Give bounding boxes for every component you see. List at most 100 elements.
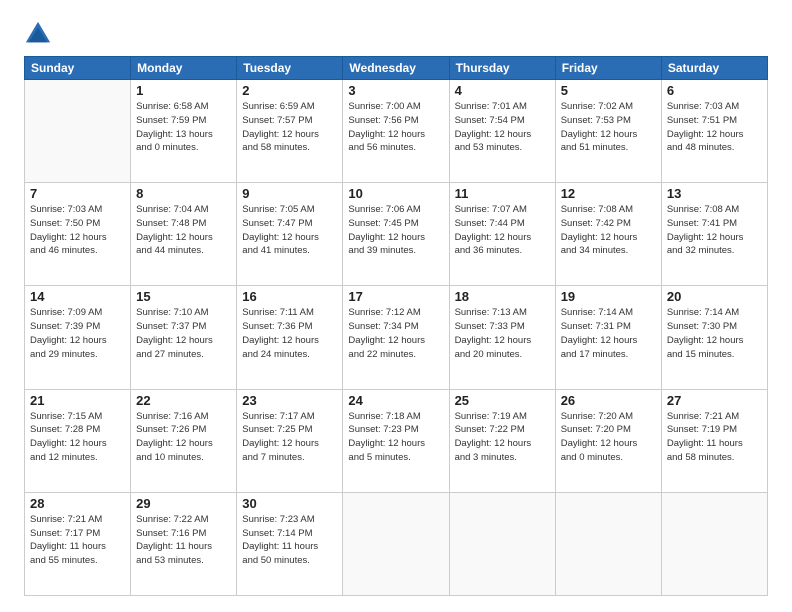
day-number: 4 [455,83,550,98]
day-number: 1 [136,83,231,98]
day-info: Sunrise: 7:04 AM Sunset: 7:48 PM Dayligh… [136,203,231,258]
col-tuesday: Tuesday [237,57,343,80]
day-number: 19 [561,289,656,304]
day-info: Sunrise: 7:17 AM Sunset: 7:25 PM Dayligh… [242,410,337,465]
day-info: Sunrise: 7:19 AM Sunset: 7:22 PM Dayligh… [455,410,550,465]
calendar-cell [661,492,767,595]
day-info: Sunrise: 7:21 AM Sunset: 7:17 PM Dayligh… [30,513,125,568]
day-info: Sunrise: 7:05 AM Sunset: 7:47 PM Dayligh… [242,203,337,258]
calendar-cell: 13 Sunrise: 7:08 AM Sunset: 7:41 PM Dayli… [661,183,767,286]
day-number: 22 [136,393,231,408]
day-number: 9 [242,186,337,201]
calendar-cell: 30 Sunrise: 7:23 AM Sunset: 7:14 PM Dayli… [237,492,343,595]
calendar-cell: 11 Sunrise: 7:07 AM Sunset: 7:44 PM Dayli… [449,183,555,286]
day-number: 29 [136,496,231,511]
day-info: Sunrise: 7:11 AM Sunset: 7:36 PM Dayligh… [242,306,337,361]
day-info: Sunrise: 7:14 AM Sunset: 7:30 PM Dayligh… [667,306,762,361]
calendar-cell [555,492,661,595]
day-number: 23 [242,393,337,408]
calendar-table: Sunday Monday Tuesday Wednesday Thursday… [24,56,768,596]
day-number: 30 [242,496,337,511]
day-info: Sunrise: 7:14 AM Sunset: 7:31 PM Dayligh… [561,306,656,361]
calendar-cell: 15 Sunrise: 7:10 AM Sunset: 7:37 PM Dayli… [131,286,237,389]
day-number: 26 [561,393,656,408]
day-number: 25 [455,393,550,408]
calendar-cell: 4 Sunrise: 7:01 AM Sunset: 7:54 PM Daylig… [449,80,555,183]
day-info: Sunrise: 7:01 AM Sunset: 7:54 PM Dayligh… [455,100,550,155]
calendar-cell: 6Sunrise: 7:03 AM Sunset: 7:51 PM Daylig… [661,80,767,183]
week-row-3: 21Sunrise: 7:15 AM Sunset: 7:28 PM Dayli… [25,389,768,492]
day-number: 11 [455,186,550,201]
calendar-cell: 1Sunrise: 6:58 AM Sunset: 7:59 PM Daylig… [131,80,237,183]
calendar-cell: 19 Sunrise: 7:14 AM Sunset: 7:31 PM Dayli… [555,286,661,389]
day-info: Sunrise: 7:23 AM Sunset: 7:14 PM Dayligh… [242,513,337,568]
day-info: Sunrise: 7:00 AM Sunset: 7:56 PM Dayligh… [348,100,443,155]
calendar-cell: 24 Sunrise: 7:18 AM Sunset: 7:23 PM Dayli… [343,389,449,492]
day-number: 14 [30,289,125,304]
day-number: 28 [30,496,125,511]
calendar-cell: 10 Sunrise: 7:06 AM Sunset: 7:45 PM Dayli… [343,183,449,286]
day-number: 12 [561,186,656,201]
logo-icon [24,20,52,48]
day-info: Sunrise: 7:16 AM Sunset: 7:26 PM Dayligh… [136,410,231,465]
header-row: Sunday Monday Tuesday Wednesday Thursday… [25,57,768,80]
day-info: Sunrise: 7:07 AM Sunset: 7:44 PM Dayligh… [455,203,550,258]
day-info: Sunrise: 7:20 AM Sunset: 7:20 PM Dayligh… [561,410,656,465]
day-info: Sunrise: 7:21 AM Sunset: 7:19 PM Dayligh… [667,410,762,465]
calendar-cell: 21Sunrise: 7:15 AM Sunset: 7:28 PM Dayli… [25,389,131,492]
calendar-cell: 26 Sunrise: 7:20 AM Sunset: 7:20 PM Dayli… [555,389,661,492]
week-row-1: 7Sunrise: 7:03 AM Sunset: 7:50 PM Daylig… [25,183,768,286]
day-number: 10 [348,186,443,201]
day-info: Sunrise: 7:10 AM Sunset: 7:37 PM Dayligh… [136,306,231,361]
col-saturday: Saturday [661,57,767,80]
col-monday: Monday [131,57,237,80]
day-number: 16 [242,289,337,304]
calendar-cell: 9 Sunrise: 7:05 AM Sunset: 7:47 PM Daylig… [237,183,343,286]
day-info: Sunrise: 7:03 AM Sunset: 7:50 PM Dayligh… [30,203,125,258]
day-number: 6 [667,83,762,98]
calendar-cell: 2 Sunrise: 6:59 AM Sunset: 7:57 PM Daylig… [237,80,343,183]
week-row-2: 14 Sunrise: 7:09 AM Sunset: 7:39 PM Dayli… [25,286,768,389]
day-info: Sunrise: 7:02 AM Sunset: 7:53 PM Dayligh… [561,100,656,155]
day-info: Sunrise: 7:06 AM Sunset: 7:45 PM Dayligh… [348,203,443,258]
col-thursday: Thursday [449,57,555,80]
header [24,20,768,48]
day-number: 18 [455,289,550,304]
day-info: Sunrise: 7:12 AM Sunset: 7:34 PM Dayligh… [348,306,443,361]
logo [24,20,56,48]
calendar-cell: 29 Sunrise: 7:22 AM Sunset: 7:16 PM Dayli… [131,492,237,595]
day-number: 13 [667,186,762,201]
calendar-cell: 27Sunrise: 7:21 AM Sunset: 7:19 PM Dayli… [661,389,767,492]
day-info: Sunrise: 7:09 AM Sunset: 7:39 PM Dayligh… [30,306,125,361]
calendar-cell: 5Sunrise: 7:02 AM Sunset: 7:53 PM Daylig… [555,80,661,183]
col-wednesday: Wednesday [343,57,449,80]
day-info: Sunrise: 7:08 AM Sunset: 7:41 PM Dayligh… [667,203,762,258]
day-info: Sunrise: 7:18 AM Sunset: 7:23 PM Dayligh… [348,410,443,465]
day-info: Sunrise: 7:22 AM Sunset: 7:16 PM Dayligh… [136,513,231,568]
calendar-cell [449,492,555,595]
day-info: Sunrise: 7:08 AM Sunset: 7:42 PM Dayligh… [561,203,656,258]
calendar-cell: 28 Sunrise: 7:21 AM Sunset: 7:17 PM Dayli… [25,492,131,595]
calendar-cell: 20Sunrise: 7:14 AM Sunset: 7:30 PM Dayli… [661,286,767,389]
calendar-cell: 17 Sunrise: 7:12 AM Sunset: 7:34 PM Dayli… [343,286,449,389]
col-sunday: Sunday [25,57,131,80]
day-number: 3 [348,83,443,98]
day-number: 17 [348,289,443,304]
calendar-cell [25,80,131,183]
calendar-cell: 7Sunrise: 7:03 AM Sunset: 7:50 PM Daylig… [25,183,131,286]
week-row-4: 28 Sunrise: 7:21 AM Sunset: 7:17 PM Dayli… [25,492,768,595]
day-info: Sunrise: 7:13 AM Sunset: 7:33 PM Dayligh… [455,306,550,361]
day-number: 24 [348,393,443,408]
calendar-cell: 25 Sunrise: 7:19 AM Sunset: 7:22 PM Dayli… [449,389,555,492]
day-number: 2 [242,83,337,98]
calendar-cell: 12 Sunrise: 7:08 AM Sunset: 7:42 PM Dayli… [555,183,661,286]
calendar-cell [343,492,449,595]
day-info: Sunrise: 6:59 AM Sunset: 7:57 PM Dayligh… [242,100,337,155]
calendar-cell: 22 Sunrise: 7:16 AM Sunset: 7:26 PM Dayli… [131,389,237,492]
day-number: 15 [136,289,231,304]
page: Sunday Monday Tuesday Wednesday Thursday… [0,0,792,612]
day-number: 8 [136,186,231,201]
calendar-cell: 8 Sunrise: 7:04 AM Sunset: 7:48 PM Daylig… [131,183,237,286]
calendar-cell: 3 Sunrise: 7:00 AM Sunset: 7:56 PM Daylig… [343,80,449,183]
calendar-cell: 18 Sunrise: 7:13 AM Sunset: 7:33 PM Dayli… [449,286,555,389]
